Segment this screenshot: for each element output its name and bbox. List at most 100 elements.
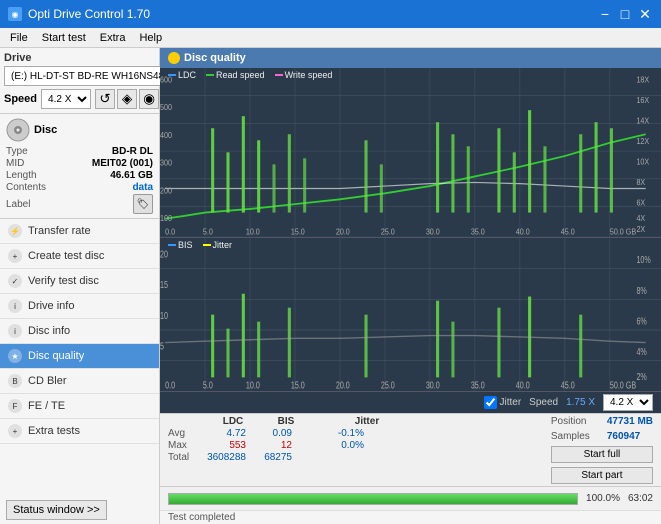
nav-item-fe-te[interactable]: F FE / TE xyxy=(0,394,159,419)
svg-text:30.0: 30.0 xyxy=(426,227,441,237)
nav-item-extra-tests[interactable]: + Extra tests xyxy=(0,419,159,444)
disc-type-label: Type xyxy=(6,146,28,157)
svg-text:25.0: 25.0 xyxy=(381,227,396,237)
status-window-button[interactable]: Status window >> xyxy=(6,500,107,520)
legend-read-speed: Read speed xyxy=(206,70,265,80)
menu-starttest[interactable]: Start test xyxy=(36,31,92,45)
disc-contents-label: Contents xyxy=(6,182,46,193)
svg-text:500: 500 xyxy=(160,103,173,113)
disc-mid-field: MID MEIT02 (001) xyxy=(6,158,153,169)
samples-label: Samples xyxy=(551,431,601,442)
svg-text:10%: 10% xyxy=(636,254,651,265)
menu-file[interactable]: File xyxy=(4,31,34,45)
position-value: 47731 MB xyxy=(607,416,653,427)
legend-jitter: Jitter xyxy=(203,240,233,250)
header-blank xyxy=(168,416,200,427)
nav-item-cd-bler[interactable]: B CD Bler xyxy=(0,369,159,394)
header-blank2 xyxy=(314,416,334,427)
speed-dropdown[interactable]: 4.2 X xyxy=(41,89,91,109)
read-speed-label: Read speed xyxy=(216,70,265,80)
progress-text: 100.0% xyxy=(586,493,620,504)
start-part-button[interactable]: Start part xyxy=(551,467,653,484)
verify-test-disc-icon: ✓ xyxy=(8,274,22,288)
svg-text:50.0 GB: 50.0 GB xyxy=(610,227,636,237)
sidebar: Drive (E:) HL-DT-ST BD-RE WH16NS48 1.D3 … xyxy=(0,48,160,524)
svg-text:8%: 8% xyxy=(636,284,647,295)
total-ldc: 3608288 xyxy=(206,452,246,463)
nav-item-transfer-rate[interactable]: ⚡ Transfer rate xyxy=(0,219,159,244)
nav-item-drive-info[interactable]: i Drive info xyxy=(0,294,159,319)
disc-length-field: Length 46.61 GB xyxy=(6,170,153,181)
disc-contents-value: data xyxy=(132,182,153,193)
disc-write-button[interactable]: ◉ xyxy=(139,89,159,109)
svg-text:6%: 6% xyxy=(636,315,647,326)
disc-type-value: BD-R DL xyxy=(112,146,153,157)
ldc-label: LDC xyxy=(178,70,196,80)
samples-row: Samples 760947 xyxy=(551,431,653,442)
top-chart: LDC Read speed Write speed xyxy=(160,68,661,238)
svg-text:0.0: 0.0 xyxy=(165,227,176,237)
nav-item-create-test-disc[interactable]: + Create test disc xyxy=(0,244,159,269)
svg-text:100: 100 xyxy=(160,213,173,223)
avg-label: Avg xyxy=(168,428,200,439)
write-speed-dot xyxy=(275,74,283,76)
label-button[interactable]: 🏷 xyxy=(133,194,153,214)
svg-text:300: 300 xyxy=(160,158,173,168)
bis-dot xyxy=(168,244,176,246)
svg-text:45.0: 45.0 xyxy=(561,227,576,237)
start-full-button[interactable]: Start full xyxy=(551,446,653,463)
jitter-label: Jitter xyxy=(213,240,233,250)
svg-text:2X: 2X xyxy=(636,224,645,234)
disc-type-field: Type BD-R DL xyxy=(6,146,153,157)
disc-mid-label: MID xyxy=(6,158,24,169)
extra-tests-icon: + xyxy=(8,424,22,438)
menu-help[interactable]: Help xyxy=(133,31,168,45)
svg-text:12X: 12X xyxy=(636,136,649,146)
nav-label-verify-test-disc: Verify test disc xyxy=(28,275,99,287)
app-icon: ◉ xyxy=(8,7,22,21)
create-test-disc-icon: + xyxy=(8,249,22,263)
drive-info-icon: i xyxy=(8,299,22,313)
stats-row-max: Max 553 12 0.0% xyxy=(168,440,392,451)
menu-extra[interactable]: Extra xyxy=(94,31,132,45)
disc-title: Disc xyxy=(34,124,57,136)
svg-text:14X: 14X xyxy=(636,116,649,126)
svg-text:50.0 GB: 50.0 GB xyxy=(610,379,636,390)
top-chart-svg: 0.0 5.0 10.0 15.0 20.0 25.0 30.0 35.0 40… xyxy=(160,68,661,237)
close-button[interactable]: ✕ xyxy=(637,6,653,22)
svg-text:4%: 4% xyxy=(636,346,647,357)
disc-erase-button[interactable]: ◈ xyxy=(117,89,137,109)
samples-value: 760947 xyxy=(607,431,640,442)
svg-text:40.0: 40.0 xyxy=(516,379,530,390)
nav-label-fe-te: FE / TE xyxy=(28,400,65,412)
header-jitter: Jitter xyxy=(342,416,392,427)
svg-text:18X: 18X xyxy=(636,75,649,85)
speed-select[interactable]: 4.2 X xyxy=(603,394,653,411)
refresh-button[interactable]: ↺ xyxy=(95,89,115,109)
speed-stat-value: 1.75 X xyxy=(566,397,595,408)
minimize-button[interactable]: − xyxy=(597,6,613,22)
top-chart-legend: LDC Read speed Write speed xyxy=(168,70,332,80)
speed-row: Speed 4.2 X ↺ ◈ ◉ 💾 xyxy=(4,89,155,109)
disc-label-row: Label 🏷 xyxy=(6,194,153,214)
jitter-checkbox[interactable] xyxy=(484,396,497,409)
legend-bis: BIS xyxy=(168,240,193,250)
position-label: Position xyxy=(551,416,601,427)
stats-row-total: Total 3608288 68275 xyxy=(168,452,392,463)
maximize-button[interactable]: □ xyxy=(617,6,633,22)
disc-quality-header: Disc quality xyxy=(160,48,661,68)
titlebar-controls: − □ ✕ xyxy=(597,6,653,22)
time-text: 63:02 xyxy=(628,493,653,504)
nav-item-disc-quality[interactable]: ★ Disc quality xyxy=(0,344,159,369)
cd-bler-icon: B xyxy=(8,374,22,388)
nav-item-disc-info[interactable]: i Disc info xyxy=(0,319,159,344)
nav-item-verify-test-disc[interactable]: ✓ Verify test disc xyxy=(0,269,159,294)
bottom-chart-legend: BIS Jitter xyxy=(168,240,232,250)
header-bis: BIS xyxy=(266,416,306,427)
svg-text:35.0: 35.0 xyxy=(471,227,486,237)
svg-text:6X: 6X xyxy=(636,198,645,208)
svg-text:10.0: 10.0 xyxy=(246,227,261,237)
svg-text:35.0: 35.0 xyxy=(471,379,485,390)
progress-bar-fill xyxy=(169,494,577,504)
drive-dropdown-row: (E:) HL-DT-ST BD-RE WH16NS48 1.D3 ⏏ xyxy=(4,66,155,86)
